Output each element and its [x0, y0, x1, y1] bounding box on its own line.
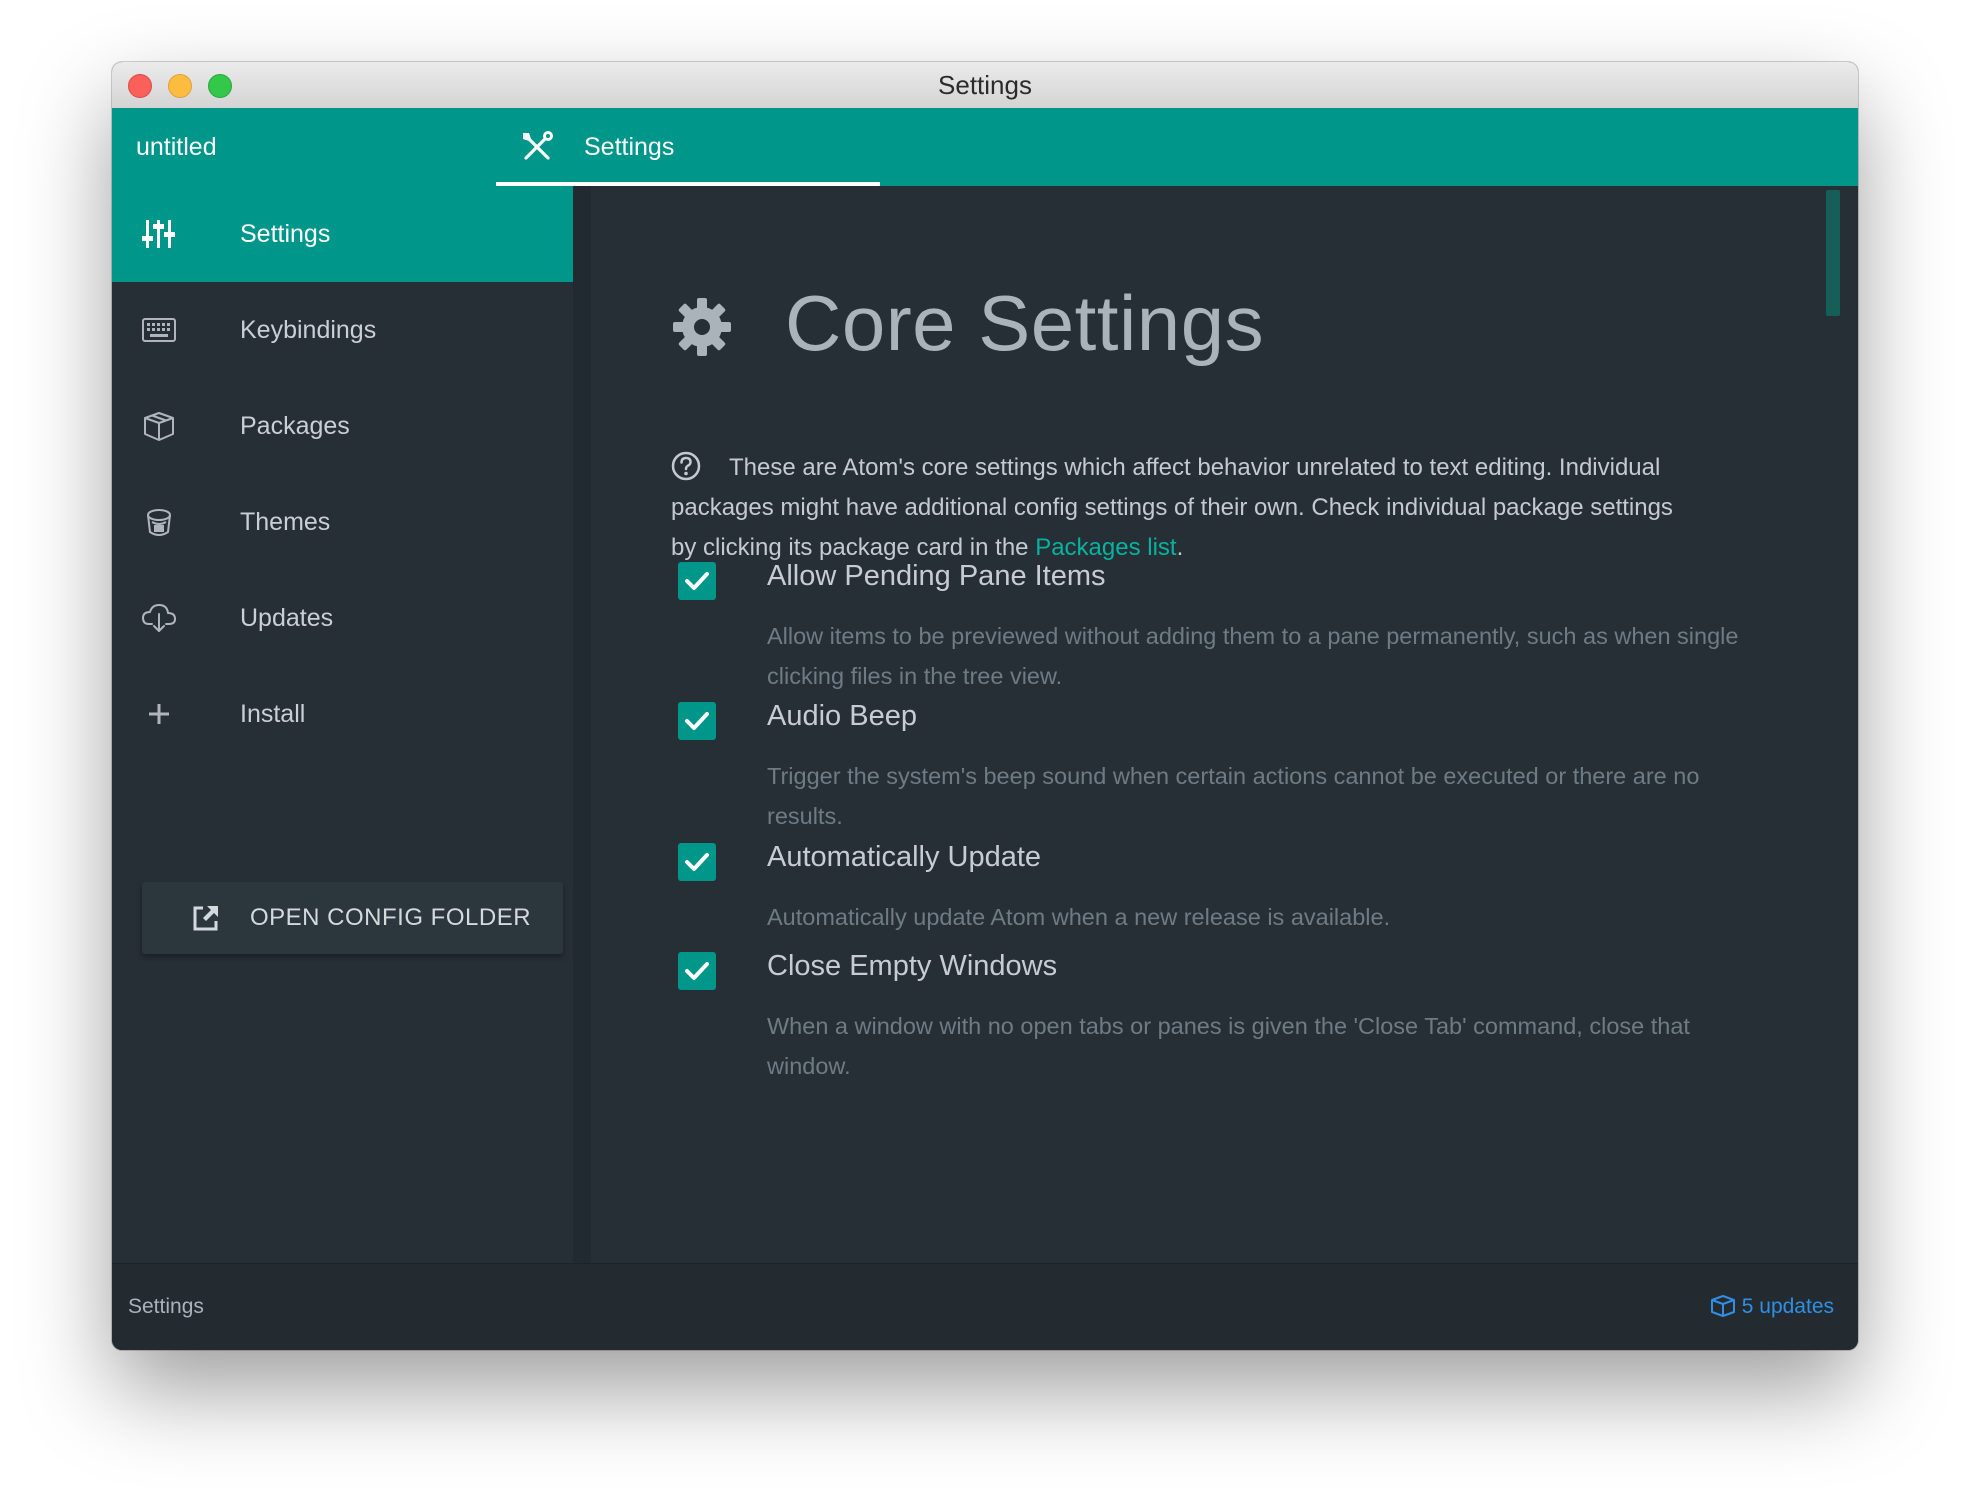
sidebar-item-label: Updates [240, 604, 334, 632]
packages-list-link[interactable]: Packages list [1035, 534, 1176, 561]
settings-sidebar: Settings Keybindings Packages Themes Upd… [112, 186, 573, 1264]
setting-description: Allow items to be previewed without addi… [767, 623, 1739, 689]
window-title: Settings [938, 70, 1032, 100]
allow-pending-pane-items-checkbox[interactable] [678, 562, 716, 600]
sidebar-item-keybindings[interactable]: Keybindings [112, 282, 573, 378]
question-icon [671, 451, 701, 481]
pane-divider[interactable] [573, 186, 591, 1264]
sidebar-item-label: Keybindings [240, 316, 377, 344]
close-empty-windows-checkbox[interactable] [678, 952, 716, 990]
setting-title[interactable]: Close Empty Windows [767, 950, 1057, 983]
link-external-icon [193, 906, 218, 931]
check-icon [685, 962, 709, 980]
setting-title[interactable]: Audio Beep [767, 700, 917, 733]
check-icon [685, 712, 709, 730]
sidebar-item-label: Packages [240, 412, 350, 440]
tools-icon [523, 131, 553, 160]
sidebar-item-install[interactable]: Install [112, 666, 573, 762]
updates-count: 5 updates [1741, 1295, 1834, 1318]
setting-description: Trigger the system's beep sound when cer… [767, 763, 1700, 829]
setting-title[interactable]: Allow Pending Pane Items [767, 560, 1106, 593]
paintcan-icon [147, 509, 171, 536]
tab-settings[interactable]: Settings [496, 108, 880, 186]
tab-settings-label: Settings [584, 133, 675, 161]
gear-icon [673, 298, 731, 356]
sliders-icon [142, 220, 175, 248]
setting-description: When a window with no open tabs or panes… [767, 1013, 1690, 1079]
settings-panel: Core Settings These are Atom's core sett… [591, 186, 1858, 1264]
sidebar-item-themes[interactable]: Themes [112, 474, 573, 570]
intro-end: . [1176, 534, 1184, 561]
package-icon [1710, 1295, 1735, 1317]
tab-untitled[interactable]: untitled [136, 108, 496, 186]
check-icon [685, 572, 709, 590]
app-window: Settings untitled Settings Settings Keyb… [112, 62, 1858, 1350]
page-title: Core Settings [785, 279, 1265, 367]
setting-description: Automatically update Atom when a new rel… [767, 904, 1391, 930]
sidebar-item-settings[interactable]: Settings [112, 186, 573, 282]
open-config-folder-label: OPEN CONFIG FOLDER [250, 904, 532, 931]
check-icon [685, 853, 709, 871]
package-updates-indicator[interactable]: 5 updates [1710, 1264, 1834, 1350]
package-icon [144, 412, 174, 441]
setting-title[interactable]: Automatically Update [767, 841, 1041, 874]
title-bar: Settings [112, 62, 1858, 109]
sidebar-item-packages[interactable]: Packages [112, 378, 573, 474]
sidebar-item-label: Install [240, 700, 306, 728]
status-bar-title: Settings [128, 1295, 204, 1318]
sidebar-item-label: Themes [240, 508, 331, 536]
sidebar-item-updates[interactable]: Updates [112, 570, 573, 666]
plus-icon [149, 704, 169, 724]
audio-beep-checkbox[interactable] [678, 702, 716, 740]
status-bar: Settings 5 updates [112, 1263, 1858, 1350]
section-description: These are Atom's core settings which aff… [671, 448, 1681, 568]
open-config-folder-button[interactable]: OPEN CONFIG FOLDER [142, 882, 563, 954]
keyboard-icon [142, 318, 176, 342]
sidebar-item-label: Settings [240, 220, 331, 248]
cloud-download-icon [142, 604, 176, 632]
scrollbar-thumb[interactable] [1826, 190, 1840, 316]
tab-bar: untitled Settings [112, 108, 1858, 186]
automatically-update-checkbox[interactable] [678, 843, 716, 881]
